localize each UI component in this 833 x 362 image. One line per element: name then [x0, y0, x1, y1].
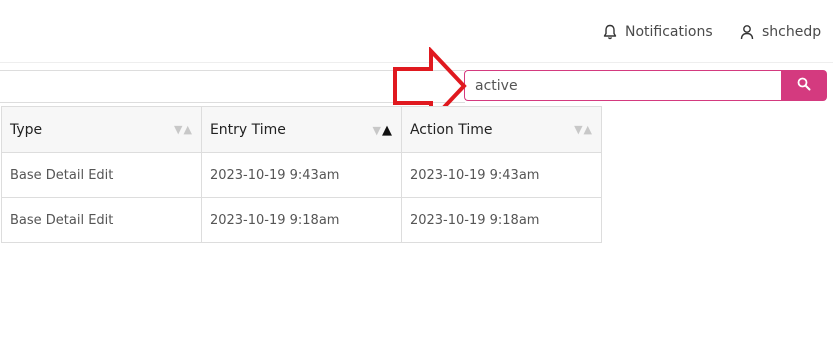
triangle-down-icon: ▼ [574, 123, 584, 136]
table-row[interactable]: Base Detail Edit 2023-10-19 9:18am 2023-… [1, 197, 603, 243]
triangle-up-icon: ▲ [583, 123, 593, 136]
column-header-action-time[interactable]: Action Time ▼▲ [400, 106, 603, 153]
column-header-type[interactable]: Type ▼▲ [1, 106, 202, 153]
cell-type: Base Detail Edit [1, 197, 202, 243]
cell-entry-time: 2023-10-19 9:18am [200, 197, 402, 243]
user-icon [740, 24, 754, 40]
sort-control[interactable]: ▼▲ [174, 123, 193, 136]
cell-action-time: 2023-10-19 9:18am [400, 197, 603, 243]
results-table: Type ▼▲ Entry Time ▼▲ Action Time ▼▲ Bas… [1, 106, 603, 243]
column-header-label: Type [10, 121, 43, 138]
sort-control[interactable]: ▼▲ [372, 123, 392, 138]
table-header-row: Type ▼▲ Entry Time ▼▲ Action Time ▼▲ [1, 106, 603, 153]
triangle-up-icon: ▲ [183, 123, 193, 136]
triangle-up-icon: ▲ [381, 123, 393, 138]
user-menu[interactable]: shchedp [740, 22, 821, 42]
column-header-label: Entry Time [209, 121, 286, 138]
column-header-entry-time[interactable]: Entry Time ▼▲ [200, 106, 402, 153]
triangle-down-icon: ▼ [372, 124, 382, 137]
cell-entry-time: 2023-10-19 9:43am [200, 152, 402, 198]
column-header-label: Action Time [409, 121, 493, 138]
notifications-link[interactable]: Notifications [603, 22, 713, 42]
bell-icon [603, 24, 617, 40]
sort-control[interactable]: ▼▲ [574, 123, 593, 136]
notifications-label: Notifications [625, 24, 713, 40]
search-icon [797, 76, 811, 95]
search-button[interactable] [781, 70, 827, 101]
username-label: shchedp [762, 24, 822, 40]
search-input[interactable] [464, 70, 781, 101]
cell-type: Base Detail Edit [1, 152, 202, 198]
table-row[interactable]: Base Detail Edit 2023-10-19 9:43am 2023-… [1, 152, 603, 198]
cell-action-time: 2023-10-19 9:43am [400, 152, 603, 198]
